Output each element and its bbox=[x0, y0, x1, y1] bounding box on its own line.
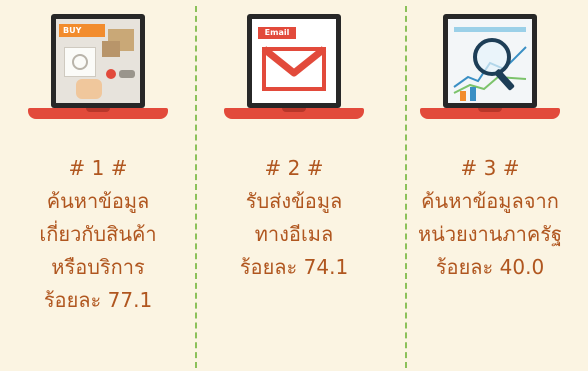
item-line: เกี่ยวกับสินค้า bbox=[39, 222, 157, 246]
item-number: # 3 # bbox=[460, 156, 520, 180]
laptop-base bbox=[28, 108, 168, 119]
laptop-lid: Email bbox=[247, 14, 341, 108]
item-number: # 2 # bbox=[264, 156, 324, 180]
buy-label: BUY bbox=[59, 24, 105, 37]
item-1: BUY # 1 # ค้นหาข้อมูล เกี่ยวกับสินค้า หร… bbox=[0, 0, 196, 371]
item-text: # 3 # ค้นหาข้อมูลจาก หน่วยงานภาครัฐ ร้อย… bbox=[418, 152, 562, 284]
item-3: # 3 # ค้นหาข้อมูลจาก หน่วยงานภาครัฐ ร้อย… bbox=[392, 0, 588, 371]
item-line: ค้นหาข้อมูล bbox=[46, 189, 150, 213]
item-percent: ร้อยละ 77.1 bbox=[43, 288, 153, 312]
item-line: ทางอีเมล bbox=[254, 222, 334, 246]
laptop-shopping-icon: BUY bbox=[28, 6, 168, 132]
price-tag-icon bbox=[119, 70, 135, 78]
email-screen: Email bbox=[252, 19, 336, 103]
package-icon bbox=[102, 41, 120, 57]
laptop-base bbox=[224, 108, 364, 119]
search-screen bbox=[448, 19, 532, 103]
item-line: หรือบริการ bbox=[51, 255, 145, 279]
laptop-base bbox=[420, 108, 560, 119]
cart-button-icon bbox=[106, 69, 116, 79]
item-line: ค้นหาข้อมูลจาก bbox=[421, 189, 559, 213]
item-line: รับส่งข้อมูล bbox=[245, 189, 343, 213]
product-card-icon bbox=[64, 47, 96, 77]
email-envelope-icon bbox=[261, 46, 327, 91]
laptop-search-icon bbox=[420, 6, 560, 132]
item-text: # 2 # รับส่งข้อมูล ทางอีเมล ร้อยละ 74.1 bbox=[240, 152, 348, 284]
magnifier-chart-icon bbox=[453, 27, 527, 101]
laptop-lid bbox=[443, 14, 537, 108]
laptop-email-icon: Email bbox=[224, 6, 364, 132]
shopping-screen-icon: BUY bbox=[56, 19, 140, 103]
hand-icon bbox=[76, 79, 102, 99]
laptop-lid: BUY bbox=[51, 14, 145, 108]
item-text: # 1 # ค้นหาข้อมูล เกี่ยวกับสินค้า หรือบร… bbox=[39, 152, 156, 317]
item-line: หน่วยงานภาครัฐ bbox=[417, 222, 563, 246]
item-percent: ร้อยละ 74.1 bbox=[239, 255, 349, 279]
item-percent: ร้อยละ 40.0 bbox=[435, 255, 545, 279]
item-2: Email # 2 # รับส่งข้อมูล ทางอีเมล ร้อยละ… bbox=[196, 0, 392, 371]
item-number: # 1 # bbox=[68, 156, 128, 180]
